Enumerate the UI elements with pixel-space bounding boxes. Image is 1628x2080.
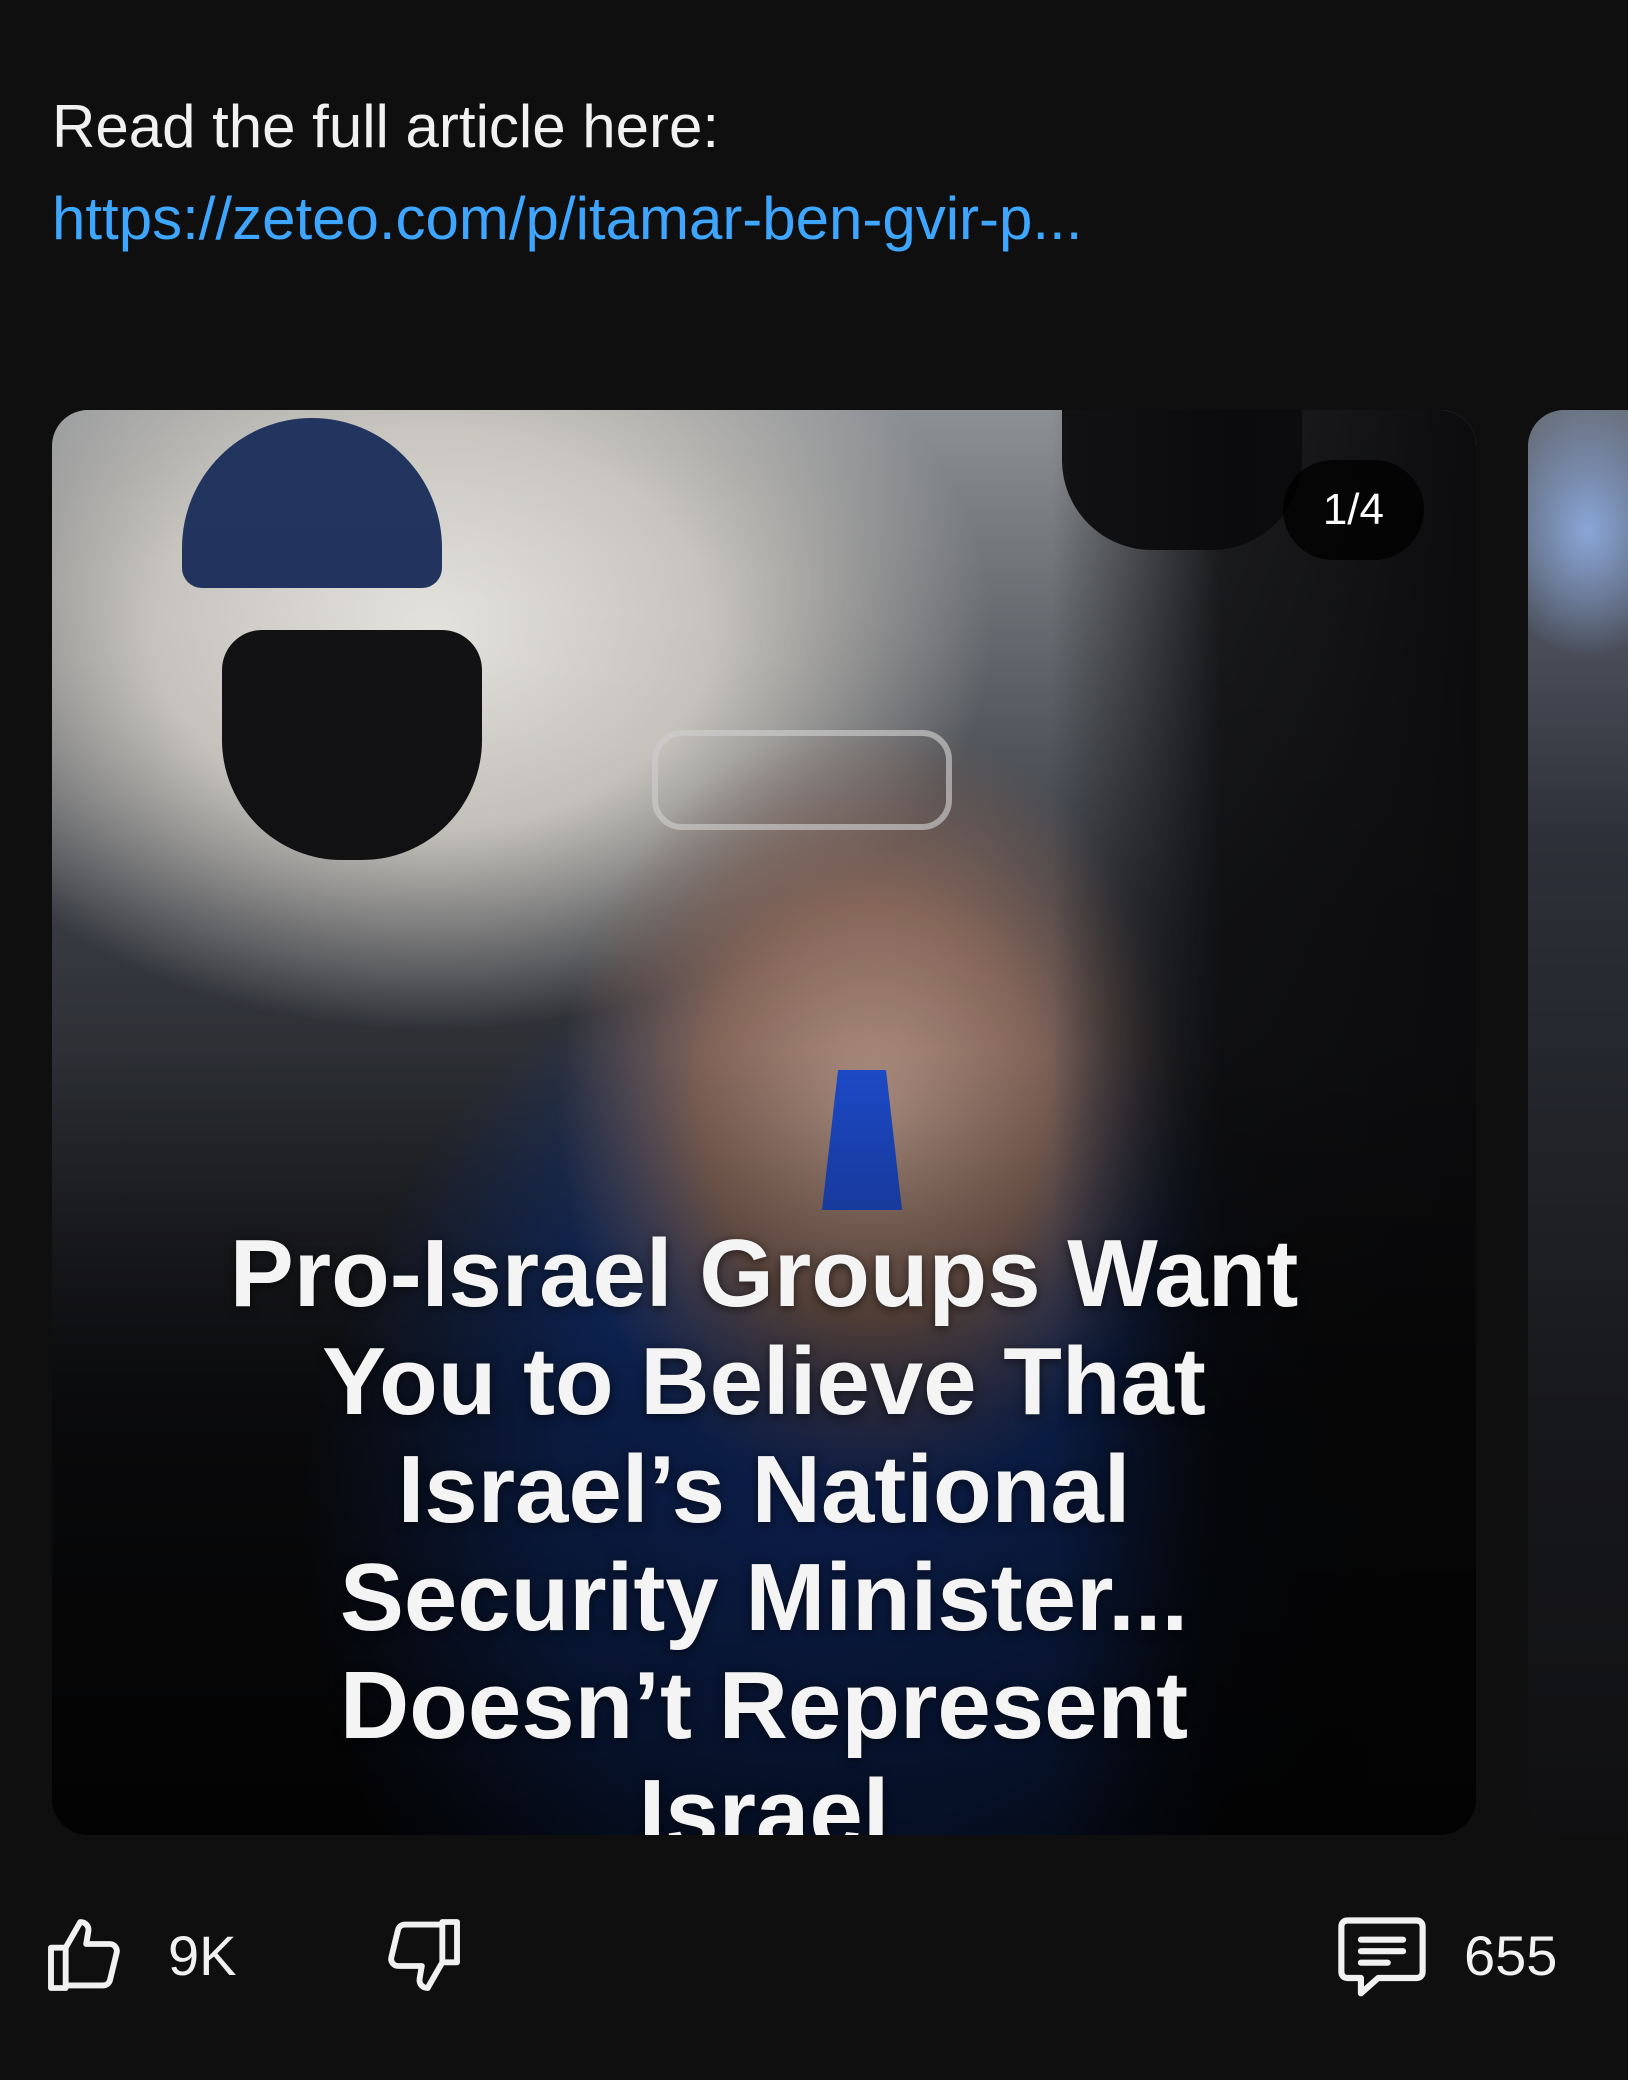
comment-count: 655 (1464, 1923, 1558, 1987)
slide-counter-badge: 1/4 (1282, 460, 1424, 560)
slide-headline: Pro-Israel Groups Want You to Believe Th… (52, 1220, 1476, 1835)
headline-line: You to Believe That (322, 1328, 1206, 1435)
headline-line: Doesn’t Represent (339, 1652, 1189, 1759)
comment-icon (1332, 1909, 1432, 2001)
like-count: 9K (168, 1923, 237, 1987)
thumb-up-icon (40, 1909, 128, 2001)
like-button[interactable]: 9K (40, 1900, 237, 2010)
carousel-slide-2-peek[interactable] (1528, 410, 1628, 1835)
post-action-bar: 9K 655 (0, 1900, 1628, 2010)
image-carousel[interactable]: 1/4 Pro-Israel Groups Want You to Believ… (0, 410, 1628, 1835)
headline-line: Israel (638, 1760, 890, 1835)
comments-button[interactable]: 655 (1332, 1900, 1557, 2010)
headline-line: Security Minister... (339, 1544, 1189, 1651)
headline-line: Israel’s National (397, 1436, 1131, 1543)
community-post: Read the full article here: https://zete… (0, 0, 1628, 2080)
carousel-slide-1[interactable]: 1/4 Pro-Israel Groups Want You to Believ… (52, 410, 1476, 1835)
post-intro-text: Read the full article here: (52, 93, 720, 160)
article-link[interactable]: https://zeteo.com/p/itamar-ben-gvir-p... (52, 180, 1082, 258)
dislike-button[interactable] (380, 1900, 468, 2010)
thumb-down-icon (380, 1909, 468, 2001)
headline-line: Pro-Israel Groups Want (229, 1220, 1299, 1327)
